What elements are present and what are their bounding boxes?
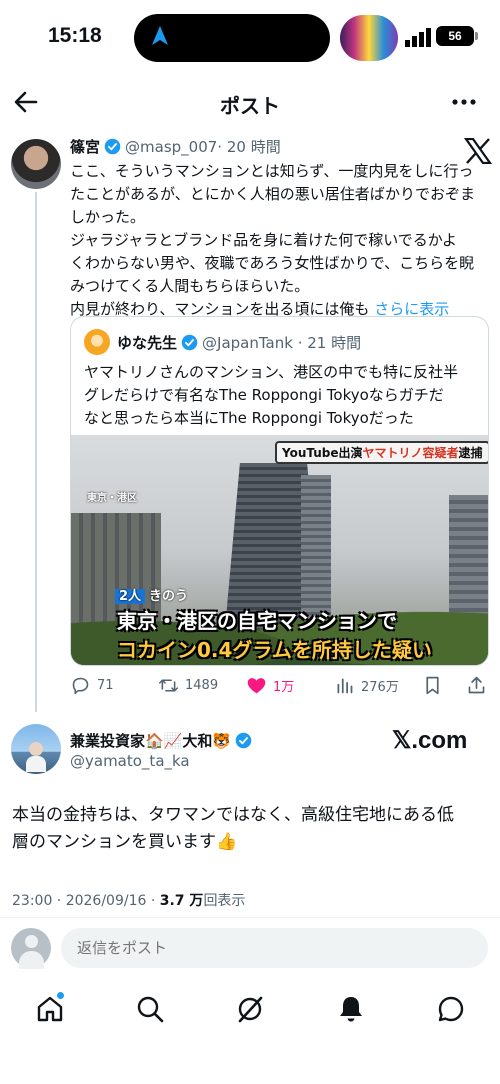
quoted-text-line: なと思ったら本当にThe Roppongi Tokyoだった — [84, 409, 414, 427]
post-text-line: みつけてくる人間もちらほらいた。 — [70, 277, 310, 295]
embedded-text-line: 本当の金持ちは、タワマンではなく、高級住宅地にある低 — [12, 805, 454, 825]
embedded-post-meta: 23:00 · 2026/09/16 · 3.7 万回表示 — [12, 890, 245, 910]
quoted-post[interactable]: ゆな先生 @JapanTank · 21 時間 ヤマトリノさんのマンション、港区の… — [70, 316, 489, 666]
home-notification-dot — [57, 992, 64, 999]
more-options-icon[interactable] — [450, 90, 478, 114]
author-name[interactable]: 篠宮 — [70, 138, 100, 156]
embedded-avatar-head — [29, 742, 43, 756]
repost-button[interactable]: 1489 — [158, 672, 218, 698]
views-count: 276万 — [361, 679, 399, 695]
caption-badge-suffix: きのう — [149, 589, 189, 604]
embedded-avatar-body — [26, 756, 46, 772]
like-count: 1万 — [273, 679, 295, 695]
repost-count: 1489 — [185, 677, 219, 693]
news-banner-highlight: ヤマトリノ容疑者 — [362, 446, 459, 460]
embedded-views-suffix: 回表示 — [203, 893, 246, 909]
verified-badge-icon — [181, 334, 198, 351]
views-chart-icon — [337, 678, 353, 693]
like-button[interactable]: 1万 — [246, 672, 294, 698]
post-text-line: ジャラジャラとブランド品を身に着けた何で稼いでるかよ — [70, 231, 458, 249]
search-icon[interactable] — [135, 994, 165, 1024]
caption-badge: 2人 — [115, 589, 146, 604]
embedded-views: 3.7 万 — [159, 893, 204, 909]
battery-icon: 56 — [436, 26, 474, 46]
embedded-author-handle: @yamato_ta_ka — [70, 752, 190, 770]
divider — [0, 917, 500, 918]
reply-count: 71 — [97, 677, 114, 693]
quoted-author-avatar[interactable] — [84, 329, 110, 355]
user-avatar-head — [25, 935, 38, 948]
quoted-text-line: グレだらけで有名なThe Roppongi Tokyoならガチだ — [84, 386, 444, 404]
quoted-post-time: · 21 時間 — [297, 334, 362, 352]
status-time: 15:18 — [48, 24, 102, 47]
quoted-author-handle: @JapanTank — [202, 334, 293, 352]
heart-icon — [247, 677, 266, 693]
verified-badge-icon — [104, 138, 121, 155]
image-location-label: 東京・港区 — [87, 493, 137, 504]
quoted-text-line: ヤマトリノさんのマンション、港区の中でも特に反社半 — [84, 363, 459, 381]
reply-input[interactable] — [61, 928, 488, 968]
image-caption-line1: 東京・港区の自宅マンションで — [117, 609, 397, 633]
author-avatar[interactable] — [11, 139, 61, 189]
verified-badge-icon — [235, 732, 252, 749]
author-handle[interactable]: @masp_007 — [125, 138, 217, 156]
thread-line — [35, 192, 37, 712]
embedded-author-name-text: 兼業投資家🏠📈大和🐯 — [70, 732, 232, 750]
share-icon — [468, 676, 485, 693]
bookmark-button[interactable] — [422, 672, 449, 698]
post-text-line: ここ、そういうマンションとは知らず、一度内見をしに行っ — [70, 162, 474, 180]
messages-icon[interactable] — [436, 994, 466, 1024]
embedded-post-text: 本当の金持ちは、タワマンではなく、高級住宅地にある低 層のマンションを買います👍 — [12, 802, 488, 856]
image-caption-line2: コカイン0.4グラムを所持した疑い — [117, 638, 432, 662]
reply-button[interactable]: 71 — [70, 672, 114, 698]
xcom-watermark: 𝕏.com — [392, 727, 468, 754]
reply-icon — [72, 677, 89, 694]
quoted-post-text: ヤマトリノさんのマンション、港区の中でも特に反社半 グレだらけで有名なThe R… — [84, 361, 480, 430]
post-text: ここ、そういうマンションとは知らず、一度内見をしに行っ たことがあるが、とにかく… — [70, 160, 484, 321]
post-time: · 20 時間 — [217, 138, 281, 156]
post-text-line: たことがあるが、とにかく人相の悪い居住者ばかりでおぞま — [70, 185, 476, 203]
user-avatar-body — [19, 951, 44, 969]
live-activity-thumbnail — [340, 15, 398, 61]
quoted-author-line: ゆな先生 @JapanTank · 21 時間 — [117, 332, 361, 353]
quoted-author-name: ゆな先生 — [117, 334, 178, 352]
repost-icon — [158, 678, 179, 692]
views-button[interactable]: 276万 — [334, 672, 399, 698]
grok-icon[interactable] — [235, 994, 265, 1024]
post-text-line: しかった。 — [70, 208, 146, 226]
bookmark-icon — [426, 676, 439, 694]
quoted-post-image[interactable]: YouTube出演ヤマトリノ容疑者逮捕 東京・港区 2人 きのう 東京・港区の自宅… — [71, 435, 488, 665]
embedded-datetime: 23:00 · 2026/09/16 · — [12, 893, 160, 909]
battery-tip — [475, 32, 478, 40]
signal-icon — [405, 28, 431, 47]
post-text-line: くわからない男や、夜職であろう女性ばかりで、こちらを睨 — [70, 254, 475, 272]
page-title: ポスト — [220, 94, 280, 118]
location-arrow-icon — [152, 26, 168, 45]
news-banner-suffix: 逮捕 — [458, 446, 483, 460]
share-button[interactable] — [466, 672, 493, 698]
bell-icon[interactable] — [336, 994, 366, 1024]
embedded-author-name: 兼業投資家🏠📈大和🐯 — [70, 730, 256, 751]
image-caption-meta: 2人 きのう — [115, 585, 188, 604]
post-author-line: 篠宮 @masp_007· 20 時間 — [70, 136, 281, 157]
embedded-text-line: 層のマンションを買います👍 — [12, 832, 238, 852]
news-banner: YouTube出演ヤマトリノ容疑者逮捕 — [275, 441, 488, 464]
news-banner-prefix: YouTube出演 — [282, 446, 363, 460]
